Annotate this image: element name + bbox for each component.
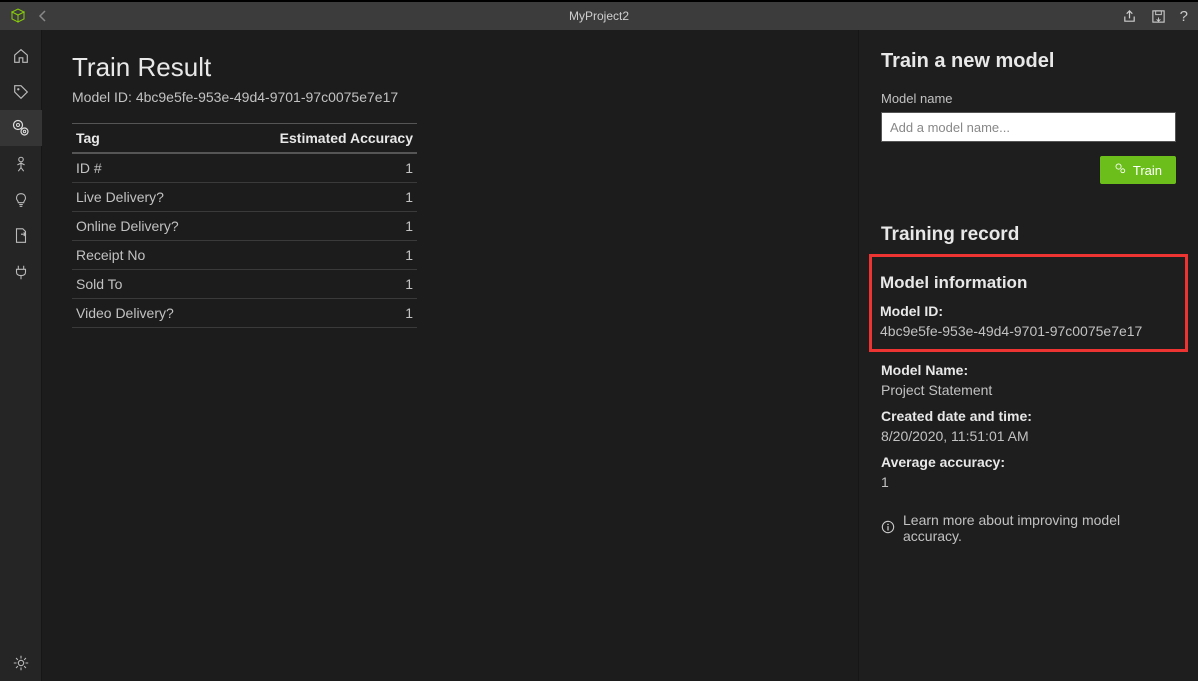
- avg-accuracy-value: 1: [881, 474, 1176, 490]
- save-icon[interactable]: [1151, 9, 1166, 24]
- back-icon[interactable]: [36, 9, 50, 23]
- window-title: MyProject2: [0, 9, 1198, 23]
- model-name-input[interactable]: [881, 112, 1176, 142]
- sidebar-item-export-doc[interactable]: [0, 218, 42, 254]
- avg-accuracy-label: Average accuracy:: [881, 454, 1176, 470]
- model-name-label: Model name: [881, 91, 1176, 106]
- sidebar-item-predict[interactable]: [0, 182, 42, 218]
- sidebar: [0, 30, 42, 681]
- settings-icon: [12, 654, 30, 672]
- train-new-model-heading: Train a new model: [881, 50, 1176, 73]
- created-label: Created date and time:: [881, 408, 1176, 424]
- sidebar-item-compose[interactable]: [0, 146, 42, 182]
- app-logo-icon: [10, 8, 26, 24]
- lightbulb-icon: [12, 191, 30, 209]
- plug-icon: [12, 263, 30, 281]
- person-icon: [12, 155, 30, 173]
- result-table: Tag Estimated Accuracy ID #1 Live Delive…: [72, 123, 417, 328]
- model-info-heading: Model information: [880, 273, 1177, 293]
- right-panel: Train a new model Model name Train Train…: [858, 30, 1198, 681]
- model-info-highlight: Model information Model ID: 4bc9e5fe-953…: [869, 254, 1188, 352]
- col-tag: Tag: [72, 124, 224, 154]
- page-title: Train Result: [72, 52, 828, 83]
- created-value: 8/20/2020, 11:51:01 AM: [881, 428, 1176, 444]
- sidebar-item-settings[interactable]: [0, 645, 42, 681]
- sidebar-item-train[interactable]: [0, 110, 42, 146]
- table-row: Live Delivery?1: [72, 183, 417, 212]
- title-bar: MyProject2 ?: [0, 0, 1198, 30]
- sidebar-item-home[interactable]: [0, 38, 42, 74]
- tag-icon: [12, 83, 30, 101]
- col-accuracy: Estimated Accuracy: [224, 124, 417, 154]
- model-name-label2: Model Name:: [881, 362, 1176, 378]
- home-icon: [12, 47, 30, 65]
- table-row: Sold To1: [72, 270, 417, 299]
- train-button-label: Train: [1133, 163, 1162, 178]
- table-row: ID #1: [72, 153, 417, 183]
- main-content: Train Result Model ID: 4bc9e5fe-953e-49d…: [42, 30, 858, 681]
- document-export-icon: [12, 227, 30, 245]
- gears-icon: [11, 118, 31, 138]
- training-record-heading: Training record: [881, 224, 1176, 246]
- model-id-line: Model ID: 4bc9e5fe-953e-49d4-9701-97c007…: [72, 89, 828, 105]
- sidebar-item-connect[interactable]: [0, 254, 42, 290]
- model-id-value: 4bc9e5fe-953e-49d4-9701-97c0075e7e17: [880, 323, 1177, 339]
- train-button[interactable]: Train: [1100, 156, 1176, 184]
- table-row: Receipt No1: [72, 241, 417, 270]
- model-name-value: Project Statement: [881, 382, 1176, 398]
- learn-more-text: Learn more about improving model accurac…: [903, 512, 1176, 544]
- share-icon[interactable]: [1122, 9, 1137, 24]
- learn-more-link[interactable]: Learn more about improving model accurac…: [881, 512, 1176, 544]
- gears-icon: [1114, 162, 1127, 178]
- help-icon[interactable]: ?: [1180, 8, 1188, 25]
- table-row: Online Delivery?1: [72, 212, 417, 241]
- sidebar-item-tags[interactable]: [0, 74, 42, 110]
- info-icon: [881, 520, 895, 537]
- model-id-label: Model ID:: [880, 303, 1177, 319]
- table-row: Video Delivery?1: [72, 299, 417, 328]
